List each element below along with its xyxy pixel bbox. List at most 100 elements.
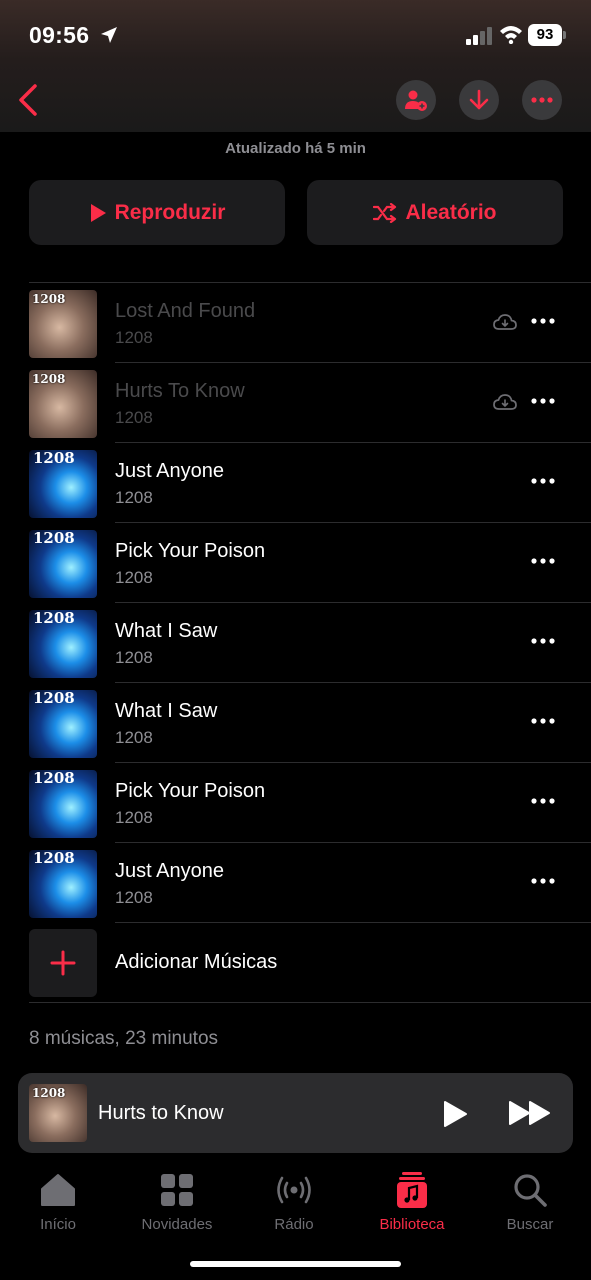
track-artist: 1208 bbox=[115, 648, 153, 667]
mini-player[interactable]: 1208 Hurts to Know bbox=[18, 1073, 573, 1153]
download-button[interactable] bbox=[459, 80, 499, 120]
track-artwork: 1208 bbox=[29, 610, 97, 678]
track-row[interactable]: 1208 Hurts To Know 1208 bbox=[0, 363, 591, 443]
tab-label: Início bbox=[40, 1216, 76, 1233]
fast-forward-icon[interactable] bbox=[508, 1100, 552, 1126]
cloud-download-icon[interactable] bbox=[493, 393, 517, 411]
track-title: Hurts To Know bbox=[115, 380, 245, 402]
track-more-icon[interactable] bbox=[530, 796, 556, 806]
home-indicator bbox=[190, 1261, 401, 1267]
track-artist: 1208 bbox=[115, 488, 153, 507]
artwork-text-vertical: 1208 bbox=[33, 850, 75, 867]
mini-player-artwork: 1208 bbox=[29, 1084, 87, 1142]
track-row[interactable]: 1208 Just Anyone 1208 bbox=[0, 443, 591, 523]
artwork-text-vertical: 1208 bbox=[33, 770, 75, 787]
track-artwork: 1208 bbox=[29, 850, 97, 918]
tab-label: Biblioteca bbox=[379, 1216, 445, 1233]
add-songs-button[interactable] bbox=[29, 929, 97, 997]
track-title: Pick Your Poison bbox=[115, 780, 266, 802]
radio-icon bbox=[277, 1176, 311, 1204]
track-more-icon[interactable] bbox=[530, 636, 556, 646]
grid-icon bbox=[161, 1174, 193, 1206]
track-row[interactable]: 1208 What I Saw 1208 bbox=[0, 603, 591, 683]
shuffle-button-label: Aleatório bbox=[405, 200, 497, 224]
shuffle-icon bbox=[373, 202, 397, 223]
track-title: What I Saw bbox=[115, 700, 218, 722]
track-artwork: 1208 bbox=[29, 370, 97, 438]
tab-biblioteca[interactable]: Biblioteca bbox=[357, 1170, 467, 1233]
battery-level: 93 bbox=[528, 24, 562, 46]
ellipsis-icon bbox=[531, 97, 553, 103]
track-title: Just Anyone bbox=[115, 860, 224, 882]
tab-buscar[interactable]: Buscar bbox=[475, 1170, 585, 1233]
artwork-text-vertical: 1208 bbox=[33, 690, 75, 707]
artwork-text-vertical: 1208 bbox=[33, 450, 75, 467]
tab-inicio[interactable]: Início bbox=[3, 1170, 113, 1233]
more-options-button[interactable] bbox=[522, 80, 562, 120]
mini-player-title: Hurts to Know bbox=[98, 1102, 224, 1124]
back-chevron-icon[interactable] bbox=[14, 82, 44, 118]
track-title: Just Anyone bbox=[115, 460, 224, 482]
artwork-text-vertical: 1208 bbox=[33, 530, 75, 547]
track-more-icon[interactable] bbox=[530, 396, 556, 406]
battery-cap bbox=[563, 31, 566, 39]
tab-label: Rádio bbox=[274, 1216, 314, 1233]
track-artist: 1208 bbox=[115, 408, 153, 427]
playlist-summary: 8 músicas, 23 minutos bbox=[29, 1028, 219, 1049]
status-time: 09:56 bbox=[29, 22, 90, 48]
track-artist: 1208 bbox=[115, 728, 153, 747]
play-button[interactable]: Reproduzir bbox=[29, 180, 285, 245]
track-row[interactable]: 1208 Lost And Found 1208 bbox=[0, 283, 591, 363]
track-more-icon[interactable] bbox=[530, 556, 556, 566]
add-collaborator-button[interactable] bbox=[396, 80, 436, 120]
cellular-signal-icon bbox=[466, 27, 492, 45]
play-icon bbox=[90, 203, 106, 222]
track-artwork: 1208 bbox=[29, 690, 97, 758]
track-row[interactable]: 1208 Pick Your Poison 1208 bbox=[0, 763, 591, 843]
tab-label: Novidades bbox=[141, 1216, 213, 1233]
track-more-icon[interactable] bbox=[530, 316, 556, 326]
mini-play-icon[interactable] bbox=[442, 1100, 468, 1128]
add-songs-row[interactable]: Adicionar Músicas bbox=[0, 923, 591, 1003]
track-more-icon[interactable] bbox=[530, 716, 556, 726]
track-artwork: 1208 bbox=[29, 290, 97, 358]
tab-radio[interactable]: Rádio bbox=[239, 1170, 349, 1233]
track-row[interactable]: 1208 Just Anyone 1208 bbox=[0, 843, 591, 923]
track-more-icon[interactable] bbox=[530, 476, 556, 486]
track-more-icon[interactable] bbox=[530, 876, 556, 886]
status-bar: 09:56 93 bbox=[0, 0, 591, 70]
list-bottom-divider bbox=[29, 1002, 591, 1003]
tab-novidades[interactable]: Novidades bbox=[122, 1170, 232, 1233]
track-title: What I Saw bbox=[115, 620, 218, 642]
track-artist: 1208 bbox=[115, 568, 153, 587]
track-row[interactable]: 1208 Pick Your Poison 1208 bbox=[0, 523, 591, 603]
location-arrow-icon bbox=[101, 27, 117, 43]
library-icon bbox=[397, 1172, 427, 1208]
updated-label: Atualizado há 5 min bbox=[225, 140, 366, 157]
track-artwork: 1208 bbox=[29, 770, 97, 838]
artwork-text: 1208 bbox=[32, 372, 66, 386]
track-artist: 1208 bbox=[115, 888, 153, 907]
track-title: Lost And Found bbox=[115, 300, 256, 322]
track-artist: 1208 bbox=[115, 808, 153, 827]
cloud-download-icon[interactable] bbox=[493, 313, 517, 331]
track-artwork: 1208 bbox=[29, 530, 97, 598]
battery-indicator: 93 bbox=[528, 24, 566, 46]
house-icon bbox=[41, 1174, 75, 1206]
track-title: Pick Your Poison bbox=[115, 540, 266, 562]
mini-artwork-text: 1208 bbox=[32, 1086, 66, 1100]
search-icon bbox=[514, 1174, 547, 1207]
artwork-text: 1208 bbox=[32, 292, 66, 306]
plus-icon bbox=[50, 950, 76, 976]
play-button-label: Reproduzir bbox=[114, 200, 226, 224]
track-artwork: 1208 bbox=[29, 450, 97, 518]
wifi-icon bbox=[500, 26, 522, 44]
tab-label: Buscar bbox=[506, 1216, 554, 1233]
person-plus-icon bbox=[405, 90, 427, 111]
track-artist: 1208 bbox=[115, 328, 153, 347]
artwork-text-vertical: 1208 bbox=[33, 610, 75, 627]
track-row[interactable]: 1208 What I Saw 1208 bbox=[0, 683, 591, 763]
shuffle-button[interactable]: Aleatório bbox=[307, 180, 563, 245]
add-songs-label: Adicionar Músicas bbox=[115, 951, 278, 973]
download-arrow-icon bbox=[469, 89, 489, 110]
